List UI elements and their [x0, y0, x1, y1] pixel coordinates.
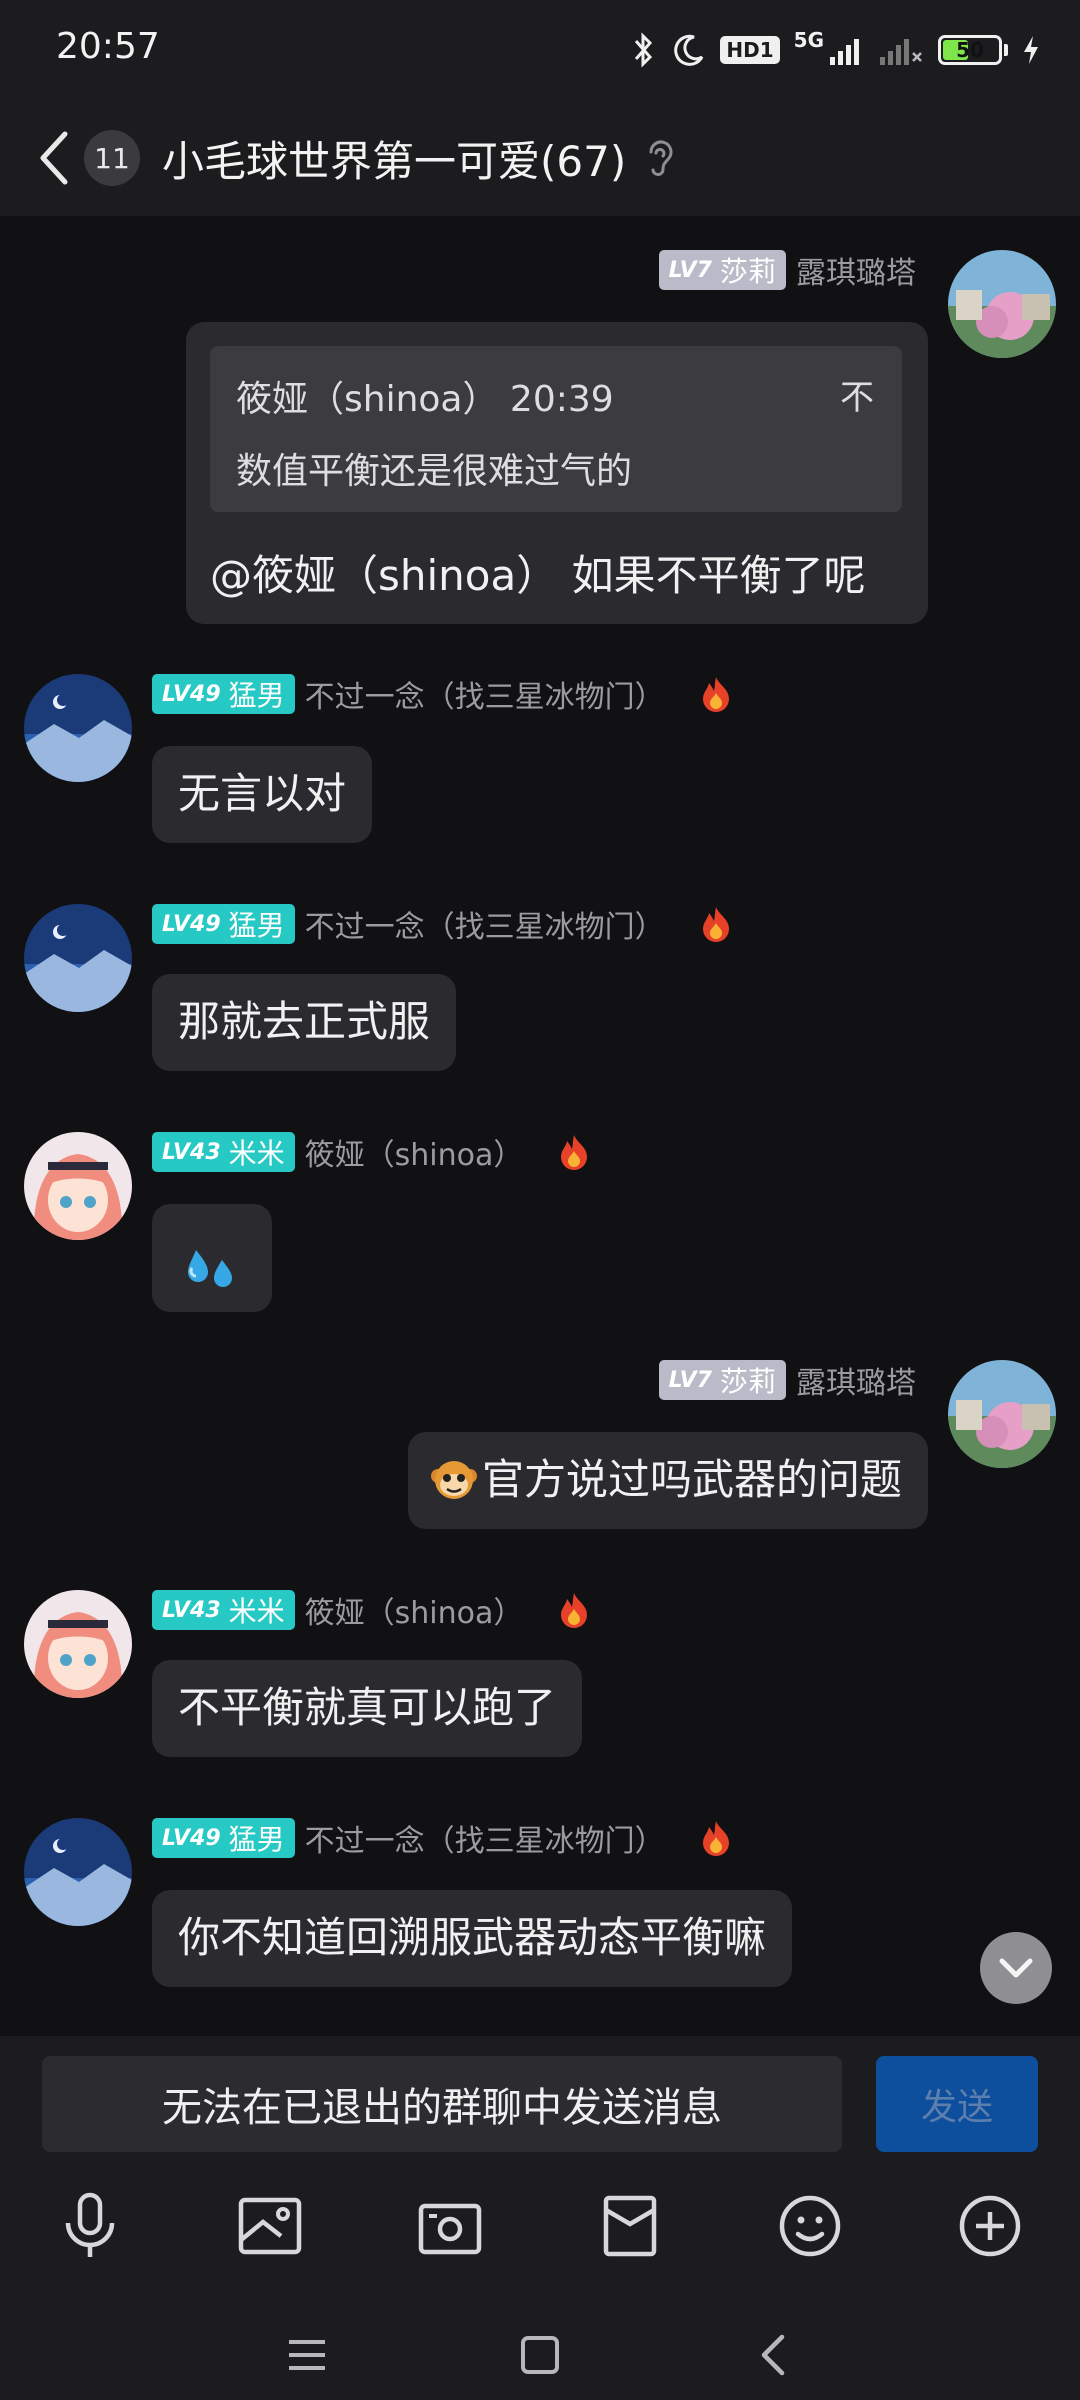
- fire-icon: [702, 907, 729, 942]
- smiley-icon: [779, 2195, 841, 2257]
- battery-percent: 50: [956, 38, 984, 62]
- sender-name[interactable]: 不过一念（找三星冰物门）: [305, 1816, 665, 1860]
- sender-name[interactable]: 露琪璐塔: [796, 248, 916, 292]
- message-meta: LV7 莎莉 露琪璐塔: [658, 1358, 916, 1402]
- unread-count-badge[interactable]: 11: [84, 130, 140, 186]
- message-meta: LV49 猛男 不过一念（找三星冰物门）: [152, 1816, 733, 1860]
- moon-icon: [674, 34, 704, 66]
- message-bubble[interactable]: 无言以对: [152, 746, 373, 843]
- level-badge: LV43 米米: [152, 1132, 295, 1172]
- quoted-message[interactable]: 筱娅（shinoa） 20:39 不 数值平衡还是很难过气的: [210, 346, 902, 512]
- home-square-icon: [521, 2336, 559, 2374]
- message-meta: LV43 米米 筱娅（shinoa）: [152, 1130, 591, 1174]
- camera-button[interactable]: [410, 2186, 490, 2266]
- system-navigation-bar: [0, 2310, 1080, 2400]
- battery-tip: [1004, 44, 1008, 56]
- fire-icon: [702, 1821, 729, 1856]
- quote-text: 数值平衡还是很难过气的: [236, 451, 633, 492]
- quote-flag: 不: [840, 378, 874, 418]
- red-packet-icon: [603, 2195, 657, 2257]
- signal-weak-icon: [880, 39, 922, 65]
- message-text: 官方说过吗武器的问题: [481, 1455, 902, 1504]
- chevron-left-icon: [40, 131, 68, 185]
- level-badge: LV7 莎莉: [658, 250, 786, 290]
- status-bar: 20:57 HD1 5G 50: [0, 0, 1080, 100]
- level-badge: LV49 猛男: [152, 904, 295, 944]
- quote-author-time: 筱娅（shinoa） 20:39: [236, 379, 614, 420]
- message-meta: LV7 莎莉 露琪璐塔: [658, 248, 916, 292]
- sweat-drops-icon: [188, 1250, 232, 1287]
- message-bubble[interactable]: 那就去正式服: [152, 974, 457, 1071]
- sender-name[interactable]: 不过一念（找三星冰物门）: [305, 902, 665, 946]
- charging-icon: [1024, 36, 1038, 64]
- avatar[interactable]: [948, 250, 1056, 358]
- battery-icon: 50: [938, 35, 1002, 65]
- level-badge: LV49 猛男: [152, 1818, 295, 1858]
- chevron-down-icon: [999, 1958, 1033, 1978]
- send-button[interactable]: 发送: [876, 2056, 1038, 2152]
- nav-back-button[interactable]: [738, 2320, 808, 2390]
- network-label: 5G: [793, 28, 824, 52]
- input-toolbar: [0, 2186, 1080, 2286]
- emoji-button[interactable]: [770, 2186, 850, 2266]
- message-bubble-emoji[interactable]: 💦: [152, 1204, 272, 1312]
- avatar[interactable]: [24, 1590, 132, 1698]
- avatar[interactable]: [24, 674, 132, 782]
- bluetooth-icon: [635, 32, 653, 68]
- signal-icon: [830, 39, 859, 65]
- sender-name[interactable]: 露琪璐塔: [796, 1358, 916, 1402]
- back-triangle-icon: [761, 2334, 785, 2376]
- back-button[interactable]: [24, 128, 84, 188]
- gallery-button[interactable]: [230, 2186, 310, 2266]
- image-icon: [238, 2197, 302, 2255]
- level-badge: LV7 莎莉: [658, 1360, 786, 1400]
- fire-icon: [561, 1593, 588, 1628]
- ear-icon[interactable]: [640, 136, 680, 180]
- menu-icon: [289, 2340, 325, 2370]
- plus-circle-icon: [959, 2195, 1021, 2257]
- input-area: 无法在已退出的群聊中发送消息 发送: [0, 2036, 1080, 2400]
- more-button[interactable]: [950, 2186, 1030, 2266]
- message-meta: LV49 猛男 不过一念（找三星冰物门）: [152, 672, 733, 716]
- chat-title[interactable]: 小毛球世界第一可爱(67): [162, 128, 626, 189]
- nav-menu-button[interactable]: [272, 2320, 342, 2390]
- nav-home-button[interactable]: [505, 2320, 575, 2390]
- voice-button[interactable]: [50, 2186, 130, 2266]
- scroll-to-bottom-button[interactable]: [980, 1932, 1052, 2004]
- chat-header: 11 小毛球世界第一可爱(67): [0, 100, 1080, 216]
- status-time: 20:57: [56, 26, 160, 67]
- status-icons: HD1 5G 50: [628, 28, 1040, 72]
- level-badge: LV43 米米: [152, 1590, 295, 1630]
- message-bubble[interactable]: 不平衡就真可以跑了: [152, 1660, 583, 1757]
- message-meta: LV49 猛男 不过一念（找三星冰物门）: [152, 902, 733, 946]
- avatar[interactable]: [24, 1132, 132, 1240]
- sender-name[interactable]: 筱娅（shinoa）: [305, 1130, 524, 1174]
- avatar[interactable]: [948, 1360, 1056, 1468]
- hd-badge: HD1: [720, 36, 780, 64]
- avatar[interactable]: [24, 904, 132, 1012]
- message-meta: LV43 米米 筱娅（shinoa）: [152, 1588, 591, 1632]
- message-bubble-quote[interactable]: 筱娅（shinoa） 20:39 不 数值平衡还是很难过气的 @筱娅（shino…: [186, 322, 928, 624]
- message-text: @筱娅（shinoa） 如果不平衡了呢: [210, 551, 866, 600]
- sender-name[interactable]: 不过一念（找三星冰物门）: [305, 672, 665, 716]
- level-badge: LV49 猛男: [152, 674, 295, 714]
- message-bubble[interactable]: 官方说过吗武器的问题: [407, 1432, 928, 1529]
- microphone-icon: [65, 2192, 115, 2257]
- monkey-face-icon: [430, 1461, 477, 1500]
- red-packet-button[interactable]: [590, 2186, 670, 2266]
- avatar[interactable]: [24, 1818, 132, 1926]
- message-bubble[interactable]: 你不知道回溯服武器动态平衡嘛: [152, 1890, 793, 1987]
- camera-icon: [418, 2203, 482, 2255]
- disabled-message-input: 无法在已退出的群聊中发送消息: [42, 2056, 842, 2152]
- sender-name[interactable]: 筱娅（shinoa）: [305, 1588, 524, 1632]
- fire-icon: [702, 677, 729, 712]
- message-list[interactable]: LV7 莎莉 露琪璐塔 筱娅（shinoa） 20:39 不 数值平衡还是很难过气…: [0, 216, 1080, 2036]
- fire-icon: [561, 1135, 588, 1170]
